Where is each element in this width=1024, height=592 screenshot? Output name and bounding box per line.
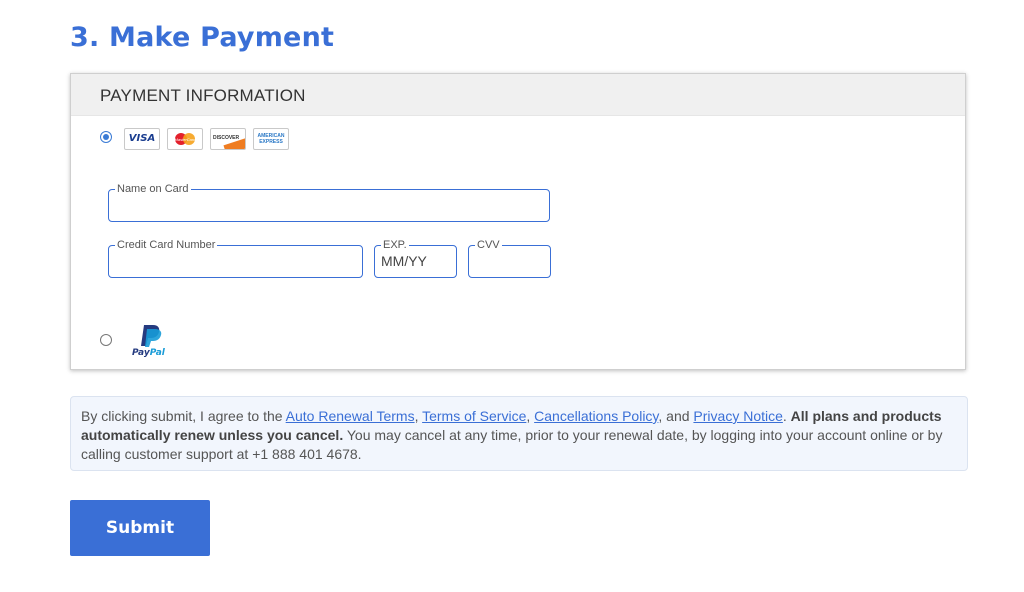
terms-separator: , (414, 408, 423, 424)
payment-information-title: PAYMENT INFORMATION (100, 86, 306, 105)
amex-logo: AMERICAN EXPRESS (253, 128, 289, 150)
mastercard-logo-text: MasterCard (174, 137, 196, 142)
paypal-wordmark-pal: Pal (149, 348, 165, 358)
name-on-card-label: Name on Card (115, 182, 191, 196)
paypal-wordmark-pay: Pay (132, 348, 150, 358)
privacy-notice-link[interactable]: Privacy Notice (693, 408, 782, 424)
payment-information-panel: PAYMENT INFORMATION VISA MasterCard DISC… (70, 73, 966, 370)
terms-separator: . (782, 408, 791, 424)
paypal-radio[interactable] (100, 334, 112, 346)
terms-prefix: By clicking submit, I agree to the (81, 408, 286, 424)
cvv-field[interactable]: CVV (468, 238, 551, 278)
auto-renewal-terms-link[interactable]: Auto Renewal Terms (286, 408, 415, 424)
terms-of-service-link[interactable]: Terms of Service (422, 408, 526, 424)
amex-logo-text: AMERICAN EXPRESS (257, 133, 285, 145)
cancellations-policy-link[interactable]: Cancellations Policy (534, 408, 658, 424)
discover-logo-text: DISCOVER (213, 135, 240, 141)
card-number-label: Credit Card Number (115, 238, 218, 252)
expiration-field[interactable]: EXP. MM/YY (374, 238, 457, 278)
paypal-icon (141, 325, 162, 347)
paypal-logo[interactable]: PayPal (132, 324, 170, 360)
discover-logo: DISCOVER (210, 128, 246, 150)
terms-notice: By clicking submit, I agree to the Auto … (70, 396, 968, 471)
section-title: 3. Make Payment (70, 22, 335, 53)
visa-logo: VISA (124, 128, 160, 150)
expiration-label: EXP. (381, 238, 409, 252)
submit-button[interactable]: Submit (70, 500, 210, 556)
expiration-value: MM/YY (381, 253, 427, 269)
terms-separator: , (526, 408, 535, 424)
mastercard-logo: MasterCard (167, 128, 203, 150)
card-number-field[interactable]: Credit Card Number (108, 238, 363, 278)
visa-logo-text: VISA (128, 133, 156, 144)
credit-card-radio[interactable] (100, 131, 112, 143)
cvv-label: CVV (475, 238, 502, 252)
terms-separator: , and (658, 408, 694, 424)
paypal-wordmark: PayPal (132, 348, 165, 358)
payment-information-header: PAYMENT INFORMATION (71, 74, 965, 116)
name-on-card-field[interactable]: Name on Card (108, 182, 550, 222)
